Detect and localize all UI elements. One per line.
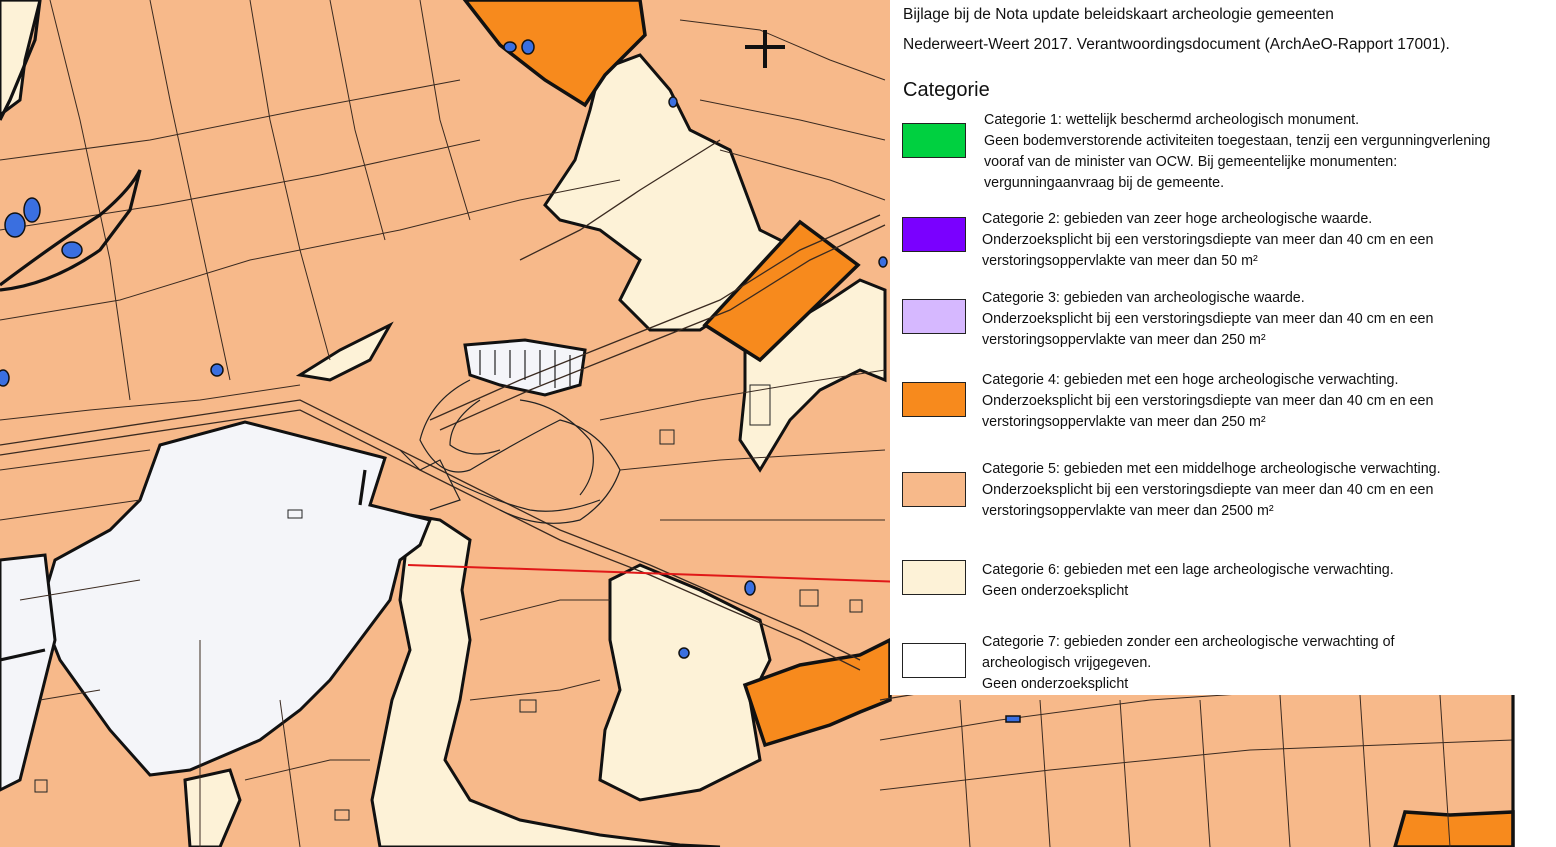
legend-line: Categorie 7: gebieden zonder een archeol… [982,634,1395,650]
pond [678,647,690,659]
legend-panel: Bijlage bij de Nota update beleidskaart … [890,0,1556,695]
pond [210,363,224,377]
swatch-categorie-6 [902,560,966,595]
swatch-categorie-4 [902,382,966,417]
pond [878,256,888,268]
legend-header-line1: Bijlage bij de Nota update beleidskaart … [903,6,1334,23]
legend-line: archeologisch vrijgegeven. [982,655,1152,671]
legend-line: Categorie 4: gebieden met een hoge arche… [982,372,1399,388]
legend-header-line2: Nederweert-Weert 2017. Verantwoordingsdo… [903,36,1450,53]
legend-line: Onderzoeksplicht bij een verstoringsdiep… [982,393,1434,409]
legend-line: vooraf van de minister van OCW. Bij geme… [984,154,1398,170]
legend-line: Geen onderzoeksplicht [982,676,1129,692]
legend-line: Categorie 5: gebieden met een middelhoge… [982,461,1441,477]
legend-entry-text: Categorie 6: gebieden met een lage arche… [982,560,1394,602]
pond [521,39,535,55]
cat4-bottom-right [1393,810,1515,847]
legend-entry-text: Categorie 5: gebieden met een middelhoge… [982,459,1441,522]
pond [4,212,26,238]
swatch-categorie-5 [902,472,966,507]
pond [0,369,10,387]
pond [503,41,517,53]
legend-entry-text: Categorie 7: gebieden zonder een archeol… [982,632,1395,695]
pond [61,241,83,259]
legend-line: verstoringsoppervlakte van meer dan 2500… [982,503,1274,519]
legend-line: verstoringsoppervlakte van meer dan 50 m… [982,253,1258,269]
legend-line: Onderzoeksplicht bij een verstoringsdiep… [982,232,1434,248]
legend-entry-text: Categorie 2: gebieden van zeer hoge arch… [982,209,1433,272]
legend-entry-text: Categorie 3: gebieden van archeologische… [982,288,1433,351]
blank-margin-right [1513,695,1556,847]
pond [668,96,678,108]
legend-line: Categorie 3: gebieden van archeologische… [982,290,1305,306]
swatch-categorie-7 [902,643,966,678]
legend-line: vergunningaanvraag bij de gemeente. [984,175,1225,191]
legend-line: verstoringsoppervlakte van meer dan 250 … [982,332,1266,348]
legend-entry-text: Categorie 4: gebieden met een hoge arche… [982,370,1433,433]
legend-line: Onderzoeksplicht bij een verstoringsdiep… [982,482,1434,498]
legend-line: Categorie 6: gebieden met een lage arche… [982,562,1394,578]
legend-title: Categorie [903,79,990,101]
pond [1005,715,1021,723]
legend-line: Categorie 1: wettelijk beschermd archeol… [984,112,1360,128]
legend-line: Geen onderzoeksplicht [982,583,1129,599]
legend-line: Geen bodemverstorende activiteiten toege… [984,133,1491,149]
pond [744,580,756,596]
legend-line: Onderzoeksplicht bij een verstoringsdiep… [982,311,1434,327]
legend-line: verstoringsoppervlakte van meer dan 250 … [982,414,1266,430]
legend-entry-text: Categorie 1: wettelijk beschermd archeol… [984,110,1490,194]
swatch-categorie-1 [902,123,966,158]
swatch-categorie-3 [902,299,966,334]
swatch-categorie-2 [902,217,966,252]
pond [23,197,41,223]
legend-line: Categorie 2: gebieden van zeer hoge arch… [982,211,1373,227]
